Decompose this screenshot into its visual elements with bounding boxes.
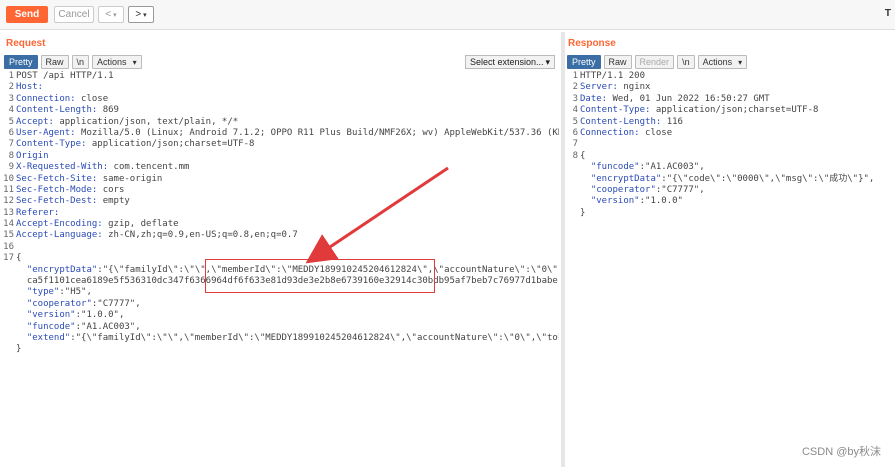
watermark: CSDN @by秋沫 — [801, 446, 881, 458]
annotation-arrow-icon — [305, 166, 449, 264]
